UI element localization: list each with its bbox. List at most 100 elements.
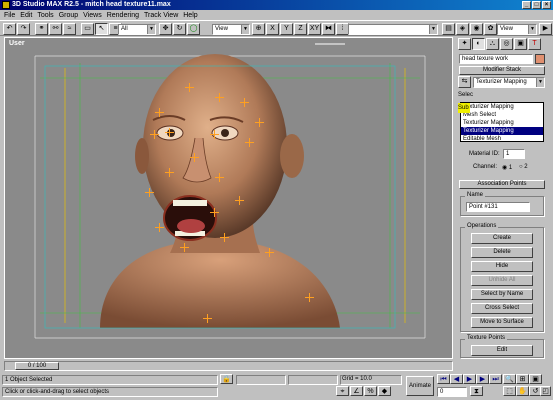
cross-select-button[interactable]: Cross Select — [471, 303, 533, 314]
undo-icon[interactable]: ↶ — [3, 23, 16, 35]
maximize-button[interactable]: □ — [532, 1, 541, 9]
texture-point[interactable] — [155, 223, 164, 232]
texture-point[interactable] — [165, 168, 174, 177]
texture-point[interactable] — [150, 130, 159, 139]
ref-coord-dropdown[interactable]: View ▼ — [212, 24, 250, 35]
create-tab-icon[interactable]: ✦ — [458, 38, 471, 50]
select-rotate-icon[interactable]: ↻ — [173, 23, 186, 35]
prev-frame-icon[interactable]: ◀ — [450, 374, 463, 384]
time-config-icon[interactable]: ⧗ — [470, 386, 483, 396]
track-view-icon[interactable]: ▤ — [442, 23, 455, 35]
user-viewport[interactable]: User — [4, 37, 453, 359]
select-region-icon[interactable]: ▭ — [81, 23, 94, 35]
render-viewport-dropdown[interactable]: View ▼ — [497, 24, 537, 35]
texture-point[interactable] — [240, 98, 249, 107]
select-by-name-button[interactable]: Select by Name — [471, 289, 533, 300]
redo-icon[interactable]: ↷ — [17, 23, 30, 35]
hide-button[interactable]: Hide — [471, 261, 533, 272]
motion-tab-icon[interactable]: ◎ — [500, 38, 513, 50]
axis-z-button[interactable]: Z — [294, 23, 307, 35]
delete-button[interactable]: Delete — [471, 247, 533, 258]
modify-tab-icon[interactable]: ◐ — [472, 38, 485, 50]
axis-x-button[interactable]: X — [266, 23, 279, 35]
list-item[interactable]: Editable Mesh — [461, 135, 543, 143]
select-object-icon[interactable]: ↖ — [95, 23, 108, 35]
angle-snap-icon[interactable]: ∠ — [350, 386, 363, 396]
percent-snap-icon[interactable]: % — [364, 386, 377, 396]
texture-point[interactable] — [215, 173, 224, 182]
texture-point[interactable] — [215, 93, 224, 102]
close-button[interactable]: × — [542, 1, 551, 9]
unlink-icon[interactable]: ⚯ — [49, 23, 62, 35]
play-icon[interactable]: ▶ — [463, 374, 476, 384]
menu-file[interactable]: File — [4, 12, 15, 19]
maximize-viewport-icon[interactable]: ◰ — [540, 386, 551, 396]
minimize-button[interactable]: _ — [522, 1, 531, 9]
goto-start-icon[interactable]: ⏮ — [437, 374, 450, 384]
texture-point[interactable] — [165, 128, 174, 137]
next-frame-icon[interactable]: ▶ — [476, 374, 489, 384]
texture-point[interactable] — [203, 314, 212, 323]
texture-point[interactable] — [220, 233, 229, 242]
link-icon[interactable]: ⚭ — [35, 23, 48, 35]
edit-button[interactable]: Edit — [471, 345, 533, 356]
current-frame-field[interactable]: 0 — [437, 387, 467, 397]
unhide-all-button[interactable]: Unhide All — [471, 275, 533, 286]
goto-end-icon[interactable]: ⏭ — [489, 374, 502, 384]
modifier-stack-dropdown[interactable]: Texturizer Mapping ▼ — [473, 77, 545, 88]
object-name-field[interactable]: head texure work — [459, 54, 533, 64]
texture-point[interactable] — [145, 188, 154, 197]
object-color-swatch[interactable] — [535, 54, 545, 64]
list-item[interactable]: Texturizer Mapping — [461, 127, 543, 135]
menu-views[interactable]: Views — [83, 12, 102, 19]
zoom-all-icon[interactable]: ⊞ — [516, 374, 529, 384]
hierarchy-tab-icon[interactable]: ⛬ — [486, 38, 499, 50]
pan-icon[interactable]: ✋ — [516, 386, 529, 396]
snap-toggle-icon[interactable]: ⌖ — [336, 386, 349, 396]
channel-1-radio[interactable]: ◉ 1 — [502, 164, 512, 171]
texture-point[interactable] — [245, 138, 254, 147]
create-button[interactable]: Create — [471, 233, 533, 244]
texture-point[interactable] — [265, 248, 274, 257]
pin-stack-icon[interactable]: ⇆ — [458, 76, 471, 88]
menu-rendering[interactable]: Rendering — [107, 12, 139, 19]
texture-point[interactable] — [235, 196, 244, 205]
selection-filter-dropdown[interactable]: All ▼ — [118, 24, 156, 35]
time-slider-track[interactable]: 0 / 100 — [4, 361, 453, 371]
lock-selection-icon[interactable]: 🔒 — [220, 374, 233, 384]
animate-button[interactable]: Animate — [406, 376, 434, 396]
texture-point[interactable] — [210, 208, 219, 217]
menu-help[interactable]: Help — [183, 12, 197, 19]
time-slider[interactable]: 0 / 100 — [15, 362, 59, 370]
texture-point[interactable] — [185, 83, 194, 92]
menu-track-view[interactable]: Track View — [144, 12, 178, 19]
texture-point[interactable] — [180, 243, 189, 252]
quick-render-icon[interactable]: ✿ — [484, 23, 497, 35]
texture-point[interactable] — [190, 153, 199, 162]
modifier-stack-list[interactable]: Texturizer Mapping Mesh Select Texturize… — [460, 102, 544, 142]
utilities-tab-icon[interactable]: T — [528, 38, 541, 50]
axis-y-button[interactable]: Y — [280, 23, 293, 35]
region-zoom-icon[interactable]: ⬚ — [503, 386, 516, 396]
app-icon[interactable] — [2, 1, 10, 9]
texture-point[interactable] — [210, 130, 219, 139]
list-item[interactable]: Mesh Select — [461, 111, 543, 119]
bind-space-warp-icon[interactable]: ≈ — [63, 23, 76, 35]
schematic-icon[interactable]: ◈ — [456, 23, 469, 35]
list-item[interactable]: Texturizer Mapping — [461, 103, 543, 111]
pivot-center-icon[interactable]: ⊕ — [252, 23, 265, 35]
render-icon[interactable]: ◉ — [470, 23, 483, 35]
menu-group[interactable]: Group — [59, 12, 78, 19]
display-tab-icon[interactable]: ▣ — [514, 38, 527, 50]
texture-point[interactable] — [305, 293, 314, 302]
render-last-icon[interactable]: ▶ — [539, 23, 552, 35]
spinner-snap-icon[interactable]: ◆ — [378, 386, 391, 396]
channel-2-radio[interactable]: ○ 2 — [519, 164, 528, 170]
modifier-stack-rollout[interactable]: Modifier Stack — [459, 66, 545, 75]
named-selection-dropdown[interactable]: ▼ — [348, 24, 438, 35]
move-to-surface-button[interactable]: Move to Surface — [471, 317, 533, 328]
mirror-icon[interactable]: ⧓ — [322, 23, 335, 35]
select-scale-icon[interactable]: ◯ — [187, 23, 200, 35]
zoom-extents-icon[interactable]: ▣ — [529, 374, 542, 384]
list-item[interactable]: Texturizer Mapping — [461, 119, 543, 127]
